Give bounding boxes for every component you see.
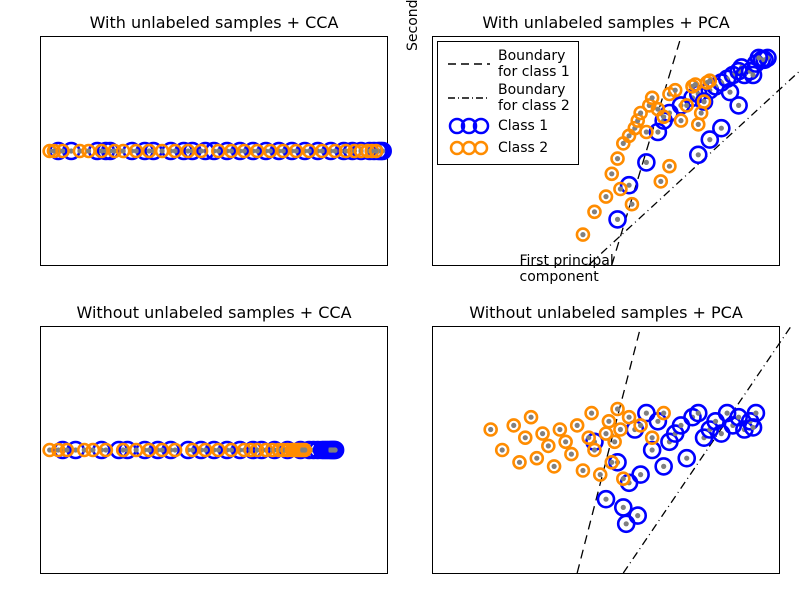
legend-label-b2: Boundary for class 2 <box>498 82 570 114</box>
title-tl: With unlabeled samples + CCA <box>41 13 387 32</box>
legend-label-c2: Class 2 <box>498 140 548 156</box>
xlabel-tr: First principal component <box>520 253 693 285</box>
legend-swatch-class1-icon <box>446 116 492 136</box>
plot-bl <box>41 327 387 573</box>
legend-swatch-dashed-icon <box>446 54 492 74</box>
legend-label-c1: Class 1 <box>498 118 548 134</box>
title-bl: Without unlabeled samples + CCA <box>41 303 387 322</box>
ylabel-tr: Second principal component <box>405 0 421 51</box>
legend-row-class2: Class 2 <box>446 138 570 158</box>
legend-swatch-dashdot-icon <box>446 88 492 108</box>
legend-label-b1: Boundary for class 1 <box>498 48 570 80</box>
figure: With unlabeled samples + CCA With unlabe… <box>0 0 800 600</box>
panel-tl-cca-with: With unlabeled samples + CCA <box>40 36 388 266</box>
title-br: Without unlabeled samples + PCA <box>433 303 779 322</box>
legend-row-boundary1: Boundary for class 1 <box>446 48 570 80</box>
title-tr: With unlabeled samples + PCA <box>433 13 779 32</box>
legend-row-class1: Class 1 <box>446 116 570 136</box>
panel-tr-pca-with: With unlabeled samples + PCA First princ… <box>432 36 780 266</box>
legend-swatch-class2-icon <box>446 138 492 158</box>
panel-br-pca-without: Without unlabeled samples + PCA <box>432 326 780 574</box>
plot-br <box>433 327 779 573</box>
legend-row-boundary2: Boundary for class 2 <box>446 82 570 114</box>
panel-bl-cca-without: Without unlabeled samples + CCA <box>40 326 388 574</box>
plot-tl <box>41 37 387 265</box>
legend: Boundary for class 1 Boundary for class … <box>437 41 579 165</box>
